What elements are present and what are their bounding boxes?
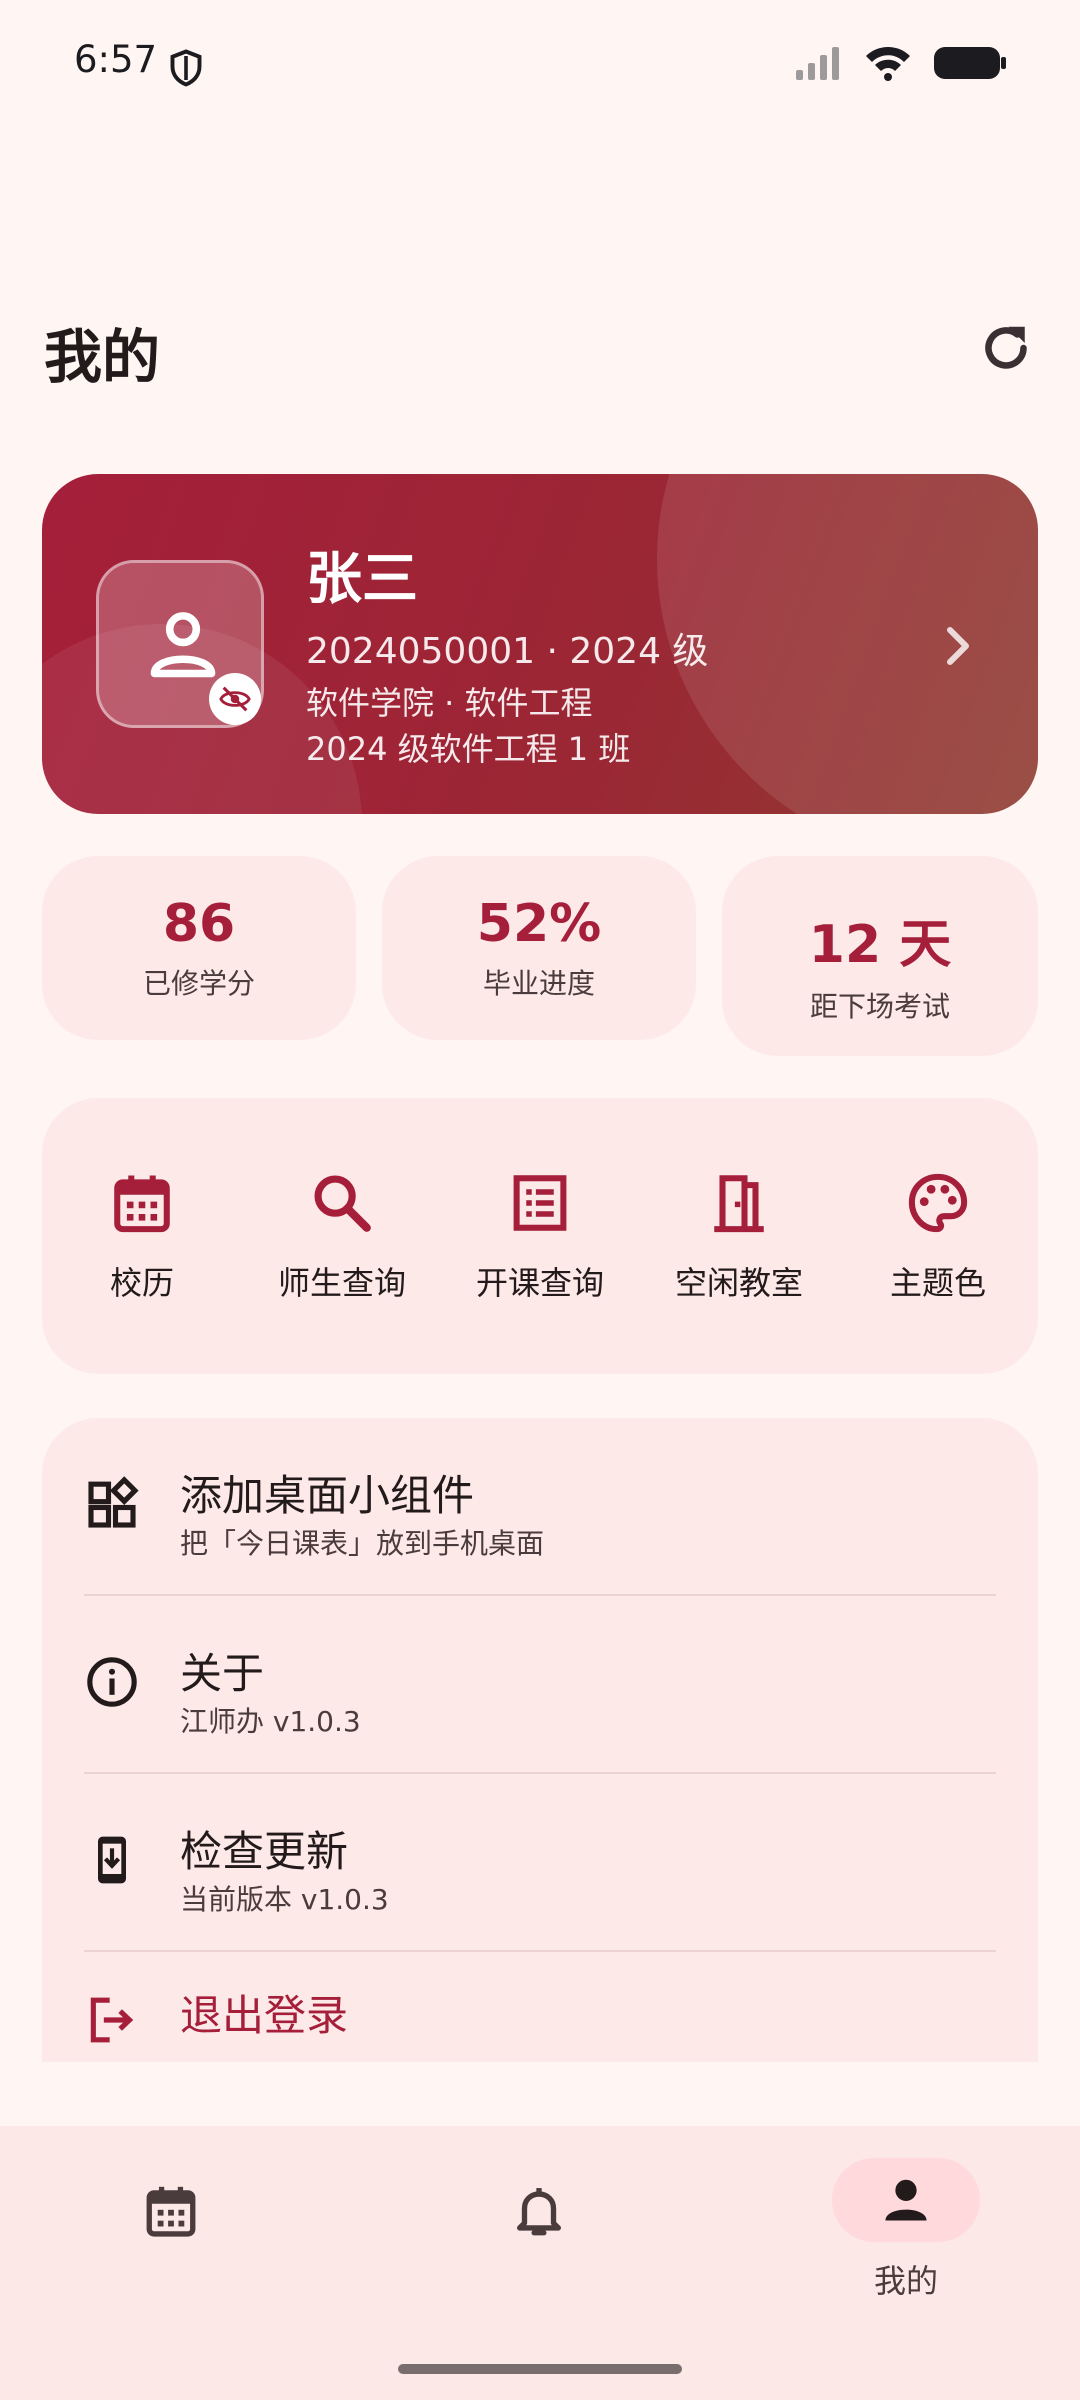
hide-info-button[interactable] [209,673,261,725]
nav-item-schedule[interactable] [96,2156,248,2276]
stat-card-graduation-progress[interactable]: 52% 毕业进度 [382,856,696,1040]
quick-action-label: 师生查询 [277,1264,406,1302]
door-icon [714,1175,764,1233]
quick-action-label: 主题色 [889,1264,986,1302]
stat-label: 已修学分 [142,967,255,1000]
decorative-circle [657,474,1038,814]
menu-item-add-widget[interactable]: 添加桌面小组件 把「今日课表」放到手机桌面 [42,1418,1038,1596]
stat-value: 86 [162,894,236,954]
profile-card[interactable]: 张三 2024050001 · 2024 级 软件学院 · 软件工程 2024 … [42,474,1038,814]
nav-item-me[interactable] [832,2158,980,2242]
person-outline-icon [150,612,216,678]
bottom-nav: 我的 [0,2126,1080,2400]
signal-icon [796,47,839,80]
status-icons [796,44,1006,82]
menu-item-subtitle: 把「今日课表」放到手机桌面 [180,1527,545,1560]
avatar[interactable] [96,560,264,728]
menu-item-subtitle: 当前版本 v1.0.3 [180,1883,389,1916]
menu-item-title: 关于 [180,1649,265,1698]
bell-icon [517,2188,561,2236]
logout-icon [90,1997,134,2043]
battery-icon [934,47,1006,79]
phone-download-icon [98,1836,126,1884]
home-indicator[interactable] [398,2364,682,2374]
wifi-icon [866,47,910,81]
student-id-grade: 2024050001 · 2024 级 [306,631,709,672]
quick-action-label: 空闲教室 [674,1264,803,1302]
settings-list: 添加桌面小组件 把「今日课表」放到手机桌面 关于 江师办 v1.0.3 检查更新… [42,1418,1038,2062]
stat-card-credits[interactable]: 86 已修学分 [42,856,356,1040]
nav-label-me: 我的 [873,2262,938,2300]
menu-item-title: 检查更新 [180,1827,349,1876]
calendar-icon [146,2186,196,2237]
page-title: 我的 [44,323,161,391]
student-name: 张三 [306,547,418,612]
chevron-right-icon [947,627,969,665]
student-college-major: 软件学院 · 软件工程 [306,684,593,722]
list-icon [513,1175,567,1231]
search-icon [314,1175,371,1232]
logout-label: 退出登录 [180,1991,349,2040]
quick-action-free-classroom[interactable]: 空闲教室 [639,1170,839,1304]
menu-item-check-update[interactable]: 检查更新 当前版本 v1.0.3 [42,1774,1038,1952]
menu-item-logout[interactable]: 退出登录 [42,1952,1038,2062]
menu-item-about[interactable]: 关于 江师办 v1.0.3 [42,1596,1038,1774]
quick-action-theme-color[interactable]: 主题色 [838,1170,1038,1304]
widgets-icon [88,1476,139,1528]
palette-icon [908,1173,968,1233]
quick-action-course-search[interactable]: 开课查询 [440,1170,640,1304]
quick-action-people-search[interactable]: 师生查询 [242,1170,442,1304]
quick-action-calendar[interactable]: 校历 [42,1170,242,1304]
stat-label: 毕业进度 [482,967,595,1000]
visibility-off-icon [219,686,251,712]
person-icon [885,2179,927,2221]
stat-label: 距下场考试 [809,990,950,1023]
stat-value: 12 天 [808,915,952,975]
stat-card-next-exam[interactable]: 12 天 距下场考试 [722,856,1038,1056]
calendar-icon [114,1175,170,1233]
stat-value: 52% [476,894,602,954]
nav-item-notifications[interactable] [464,2156,616,2276]
quick-action-label: 校历 [109,1264,174,1302]
shield-icon [170,49,202,87]
status-time: 6:57 [74,38,158,81]
student-class: 2024 级软件工程 1 班 [306,730,631,768]
menu-item-subtitle: 江师办 v1.0.3 [180,1705,361,1738]
refresh-icon[interactable] [976,318,1036,378]
quick-actions-panel: 校历 师生查询 开课查询 空闲教室 主题色 [42,1098,1038,1374]
info-icon [87,1657,137,1707]
quick-action-label: 开课查询 [475,1264,604,1302]
menu-item-title: 添加桌面小组件 [180,1471,475,1520]
